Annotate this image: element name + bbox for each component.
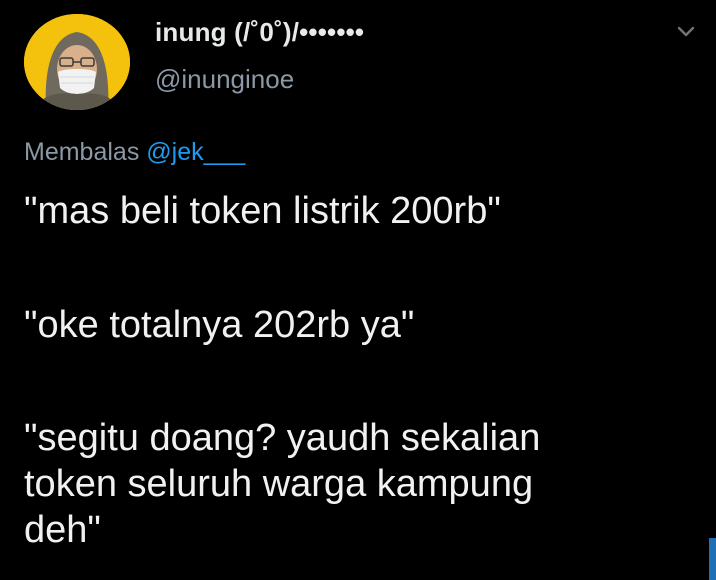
scrollbar-fragment xyxy=(709,538,716,580)
user-handle[interactable]: @inunginoe xyxy=(155,64,294,95)
tweet-paragraph: "oke totalnya 202rb ya" xyxy=(24,302,414,348)
avatar[interactable] xyxy=(24,14,130,110)
tweet-text-line: "oke totalnya 202rb ya" xyxy=(24,304,415,346)
avatar-illustration xyxy=(24,14,130,110)
display-name[interactable]: inung (/˚0˚)/••••••• xyxy=(155,17,364,48)
tweet-paragraph: "mas beli token listrik 200rb" xyxy=(24,188,501,234)
tweet-paragraph: "segitu doang? yaudh sekalian token selu… xyxy=(24,415,540,553)
chevron-down-icon[interactable] xyxy=(676,24,696,40)
tweet-text-line: token seluruh warga kampung xyxy=(24,463,534,505)
tweet-card: inung (/˚0˚)/••••••• @inunginoe Membalas… xyxy=(0,0,716,580)
reply-context: Membalas @jek___ xyxy=(24,138,245,167)
reply-mention-link[interactable]: @jek___ xyxy=(146,138,245,166)
tweet-text-line: "segitu doang? yaudh sekalian xyxy=(24,417,541,459)
reply-prefix: Membalas xyxy=(24,138,140,166)
tweet-text-line: deh" xyxy=(24,509,101,551)
tweet-text-line: "mas beli token listrik 200rb" xyxy=(24,190,501,232)
